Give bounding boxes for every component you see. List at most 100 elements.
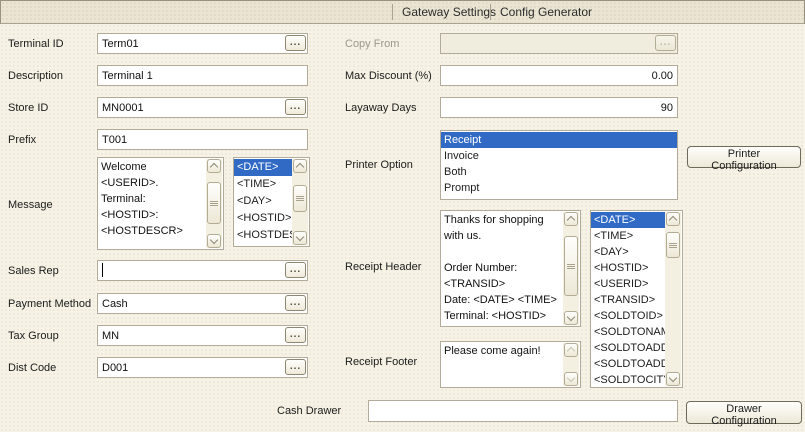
receipt-header-textarea[interactable]: Thanks for shopping with us. Order Numbe… <box>441 211 563 326</box>
scrollbar-thumb[interactable] <box>666 232 680 258</box>
description-input[interactable] <box>97 65 308 86</box>
list-item[interactable]: Prompt <box>441 180 677 196</box>
payment-method-browse-button[interactable]: ... <box>285 295 306 311</box>
ellipsis-icon: ... <box>660 37 671 48</box>
layaway-days-field <box>440 97 678 118</box>
list-item[interactable]: <USERID> <box>591 276 666 292</box>
scroll-up-button[interactable] <box>564 212 578 226</box>
message-scrollbar <box>206 159 222 248</box>
max-discount-field <box>440 65 678 86</box>
payment-method-input[interactable] <box>97 293 308 314</box>
cash-drawer-input[interactable] <box>368 400 678 422</box>
list-item[interactable]: <DATE> <box>591 212 666 228</box>
scrollbar-track[interactable] <box>206 173 222 234</box>
message-placeholder-list: <DATE> <TIME> <DAY> <HOSTID> <HOSTDESCR>… <box>233 157 310 247</box>
scrollbar-thumb[interactable] <box>564 236 578 296</box>
scroll-down-button[interactable] <box>666 372 680 386</box>
tax-group-input[interactable] <box>97 325 308 346</box>
max-discount-label: Max Discount (%) <box>345 69 432 83</box>
receipt-header-field: Thanks for shopping with us. Order Numbe… <box>440 210 581 327</box>
scrollbar-thumb[interactable] <box>293 185 307 212</box>
chevron-up-icon <box>567 347 575 355</box>
ellipsis-icon: ... <box>290 101 301 112</box>
copy-from-input <box>440 33 678 54</box>
receipt-footer-scrollbar <box>563 343 579 386</box>
chevron-up-icon <box>567 216 575 224</box>
scrollbar-track[interactable] <box>665 226 681 372</box>
receipt-placeholder-list: <DATE> <TIME> <DAY> <HOSTID> <USERID> <T… <box>590 210 683 388</box>
receipt-list-scrollbar <box>665 212 681 386</box>
terminal-id-label: Terminal ID <box>8 37 64 51</box>
tab-gateway-settings[interactable]: Gateway Settings <box>393 1 505 23</box>
list-item[interactable]: <DAY> <box>234 193 293 210</box>
dist-code-browse-button[interactable]: ... <box>285 359 306 375</box>
scrollbar-thumb[interactable] <box>207 182 221 224</box>
list-item[interactable]: <DAY> <box>591 244 666 260</box>
prefix-label: Prefix <box>8 133 36 147</box>
dist-code-field: ... <box>97 357 308 378</box>
scroll-down-button[interactable] <box>207 234 221 248</box>
list-item[interactable]: Both <box>441 164 677 180</box>
grip-icon <box>296 196 304 201</box>
store-id-field: ... <box>97 97 308 118</box>
list-item[interactable]: Receipt <box>441 132 677 148</box>
layaway-days-label: Layaway Days <box>345 101 417 115</box>
ellipsis-icon: ... <box>290 361 301 372</box>
scroll-up-button[interactable] <box>207 159 221 173</box>
terminal-id-input[interactable] <box>97 33 308 54</box>
scroll-down-button[interactable] <box>564 311 578 325</box>
list-item[interactable]: <USERID> <box>234 244 293 246</box>
prefix-input[interactable] <box>97 129 308 150</box>
list-item[interactable]: <HOSTDESCR> <box>234 227 293 244</box>
copy-from-field: ... <box>440 33 678 54</box>
list-item[interactable]: <HOSTID> <box>234 210 293 227</box>
receipt-footer-textarea[interactable]: Please come again! <box>441 342 563 387</box>
store-id-input[interactable] <box>97 97 308 118</box>
scroll-down-button[interactable] <box>564 372 578 386</box>
list-item[interactable]: <TIME> <box>591 228 666 244</box>
printer-configuration-button[interactable]: Printer Configuration <box>687 146 801 168</box>
chevron-down-icon <box>567 374 575 382</box>
config-generator-form: { "toolbar": { "items": [ {"label": "Gat… <box>0 0 805 432</box>
scroll-up-button[interactable] <box>564 343 578 357</box>
list-item[interactable]: <SOLDTOADDR2> <box>591 356 666 372</box>
list-item[interactable]: <SOLDTONAME> <box>591 324 666 340</box>
list-item[interactable]: <TIME> <box>234 176 293 193</box>
list-item[interactable]: <SOLDTOADDR1> <box>591 340 666 356</box>
payment-method-field: ... <box>97 293 308 314</box>
chevron-up-icon <box>669 216 677 224</box>
cash-drawer-label: Cash Drawer <box>277 404 341 418</box>
sales-rep-input[interactable] <box>97 260 308 281</box>
list-item[interactable]: <HOSTID> <box>591 260 666 276</box>
ellipsis-icon: ... <box>290 297 301 308</box>
max-discount-input[interactable] <box>440 65 678 86</box>
tax-group-label: Tax Group <box>8 329 59 343</box>
sales-rep-browse-button[interactable]: ... <box>285 262 306 278</box>
printer-option-list: Receipt Invoice Both Prompt <box>440 130 678 200</box>
store-id-browse-button[interactable]: ... <box>285 99 306 115</box>
tax-group-browse-button[interactable]: ... <box>285 327 306 343</box>
grip-icon <box>567 264 575 269</box>
chevron-down-icon <box>296 233 304 241</box>
message-label: Message <box>8 198 53 212</box>
message-list-scrollbar <box>292 159 308 245</box>
scrollbar-track[interactable] <box>563 357 579 372</box>
list-item[interactable]: <TRANSID> <box>591 292 666 308</box>
list-item[interactable]: <SOLDTOID> <box>591 308 666 324</box>
list-item[interactable]: Invoice <box>441 148 677 164</box>
dist-code-input[interactable] <box>97 357 308 378</box>
scroll-up-button[interactable] <box>666 212 680 226</box>
tab-config-generator[interactable]: Config Generator <box>491 1 601 23</box>
scrollbar-track[interactable] <box>292 173 308 231</box>
message-textarea[interactable]: Welcome <USERID>. Terminal: <HOSTID>: <H… <box>98 158 206 249</box>
scroll-down-button[interactable] <box>293 231 307 245</box>
terminal-id-browse-button[interactable]: ... <box>285 35 306 51</box>
list-item[interactable]: <SOLDTOCITY> <box>591 372 666 387</box>
scroll-up-button[interactable] <box>293 159 307 173</box>
drawer-configuration-button[interactable]: Drawer Configuration <box>686 401 802 424</box>
receipt-header-scrollbar <box>563 212 579 325</box>
scrollbar-track[interactable] <box>563 226 579 311</box>
terminal-id-field: ... <box>97 33 308 54</box>
layaway-days-input[interactable] <box>440 97 678 118</box>
list-item[interactable]: <DATE> <box>234 159 293 176</box>
